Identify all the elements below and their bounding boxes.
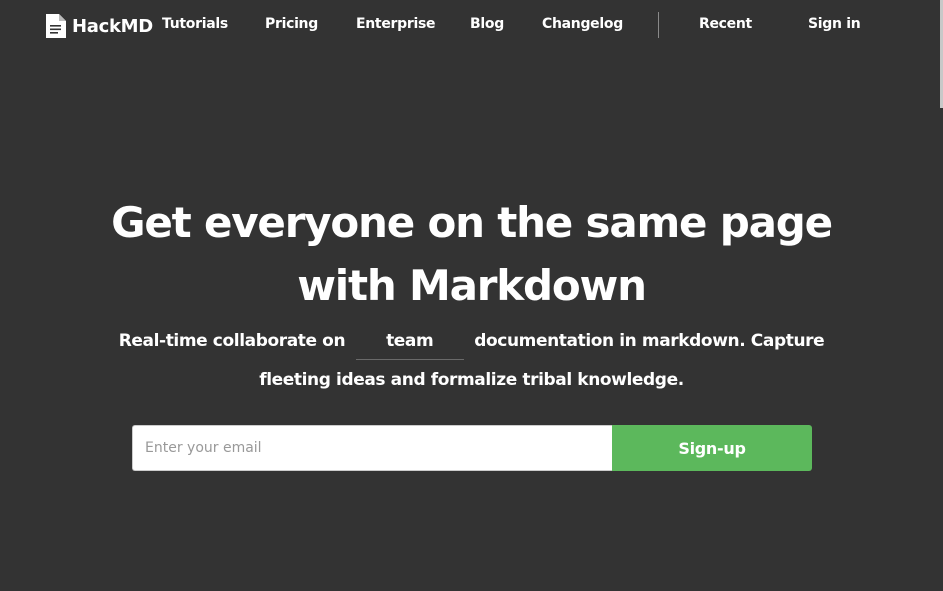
top-navbar: HackMD Tutorials Pricing Enterprise Blog… <box>0 0 943 52</box>
nav-link-changelog[interactable]: Changelog <box>542 16 623 32</box>
hero-subtitle-line1: Real-time collaborate on team documentat… <box>0 331 943 360</box>
nav-divider <box>658 12 659 38</box>
nav-link-pricing[interactable]: Pricing <box>265 16 318 32</box>
hero-subtitle-suffix: documentation in markdown. Capture <box>474 331 825 351</box>
hero-typed-word: team <box>355 331 464 360</box>
nav-link-tutorials[interactable]: Tutorials <box>162 16 228 32</box>
brand-name: HackMD <box>72 15 153 37</box>
nav-link-recent[interactable]: Recent <box>699 16 752 32</box>
nav-link-signin[interactable]: Sign in <box>808 16 861 32</box>
document-icon <box>45 13 67 39</box>
nav-link-blog[interactable]: Blog <box>470 16 504 32</box>
signup-form: Sign-up <box>132 425 812 471</box>
hero-subtitle-prefix: Real-time collaborate on <box>118 331 346 351</box>
nav-link-enterprise[interactable]: Enterprise <box>356 16 435 32</box>
hero-headline-line2: with Markdown <box>297 261 647 310</box>
hero-subtitle-line2: fleeting ideas and formalize tribal know… <box>259 370 684 390</box>
signup-button[interactable]: Sign-up <box>612 425 812 471</box>
email-input[interactable] <box>132 425 612 471</box>
brand-logo-link[interactable]: HackMD <box>45 12 153 40</box>
hero-headline-line1: Get everyone on the same page <box>111 198 833 247</box>
